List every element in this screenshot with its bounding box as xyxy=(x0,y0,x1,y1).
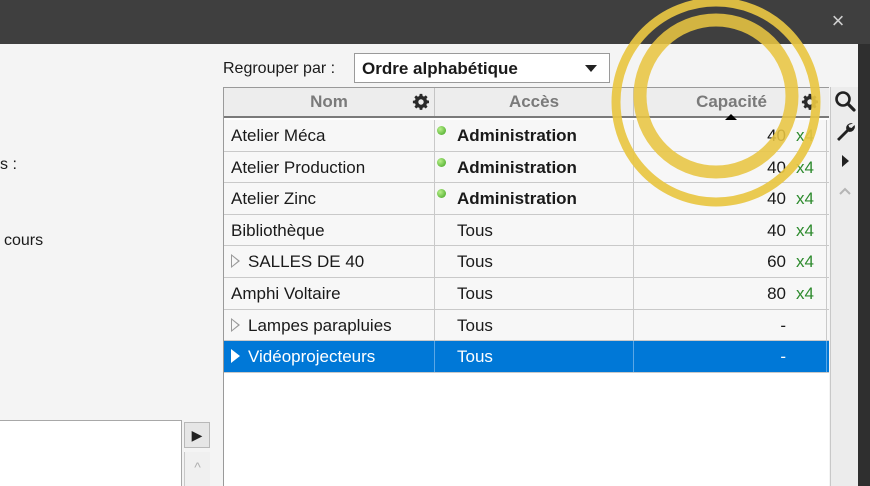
table-row[interactable]: Bibliothèque Tous 40 x4 xyxy=(224,214,829,247)
close-button[interactable]: × xyxy=(826,9,850,33)
column-header-label: Nom xyxy=(310,92,348,111)
row-label: SALLES DE 40 xyxy=(248,252,365,272)
column-header-label: Capacité xyxy=(696,92,767,111)
table-row[interactable]: SALLES DE 40 Tous 60 x4 xyxy=(224,246,829,278)
capacity-value: 40 xyxy=(767,126,786,145)
gear-icon[interactable] xyxy=(801,93,819,111)
table-header: Nom Accès Capacité xyxy=(224,88,829,121)
cell-acces: Tous xyxy=(435,278,634,309)
cell-nom: Atelier Méca xyxy=(224,120,435,151)
cell-nom: Vidéoprojecteurs xyxy=(224,341,435,373)
capacity-multiplier: x4 xyxy=(796,252,814,272)
capacity-value: - xyxy=(780,347,786,367)
scroll-up-button[interactable]: ^ xyxy=(184,452,210,486)
cell-capacite: 40 x4 xyxy=(634,183,827,215)
window-edge xyxy=(858,44,870,486)
cell-capacite: 40 x4 xyxy=(634,120,827,151)
cell-capacite: 60 x4 xyxy=(634,246,827,278)
group-by-value: Ordre alphabétique xyxy=(362,59,518,78)
table-row[interactable]: Amphi Voltaire Tous 80 x4 xyxy=(224,278,829,310)
left-list-box[interactable] xyxy=(0,420,182,486)
row-label: Vidéoprojecteurs xyxy=(248,347,376,367)
table-row[interactable]: Lampes parapluies Tous - xyxy=(224,309,829,342)
chevron-up-icon[interactable] xyxy=(832,179,858,207)
capacity-multiplier: x4 xyxy=(796,220,814,240)
expand-triangle-icon[interactable] xyxy=(231,317,240,332)
search-icon[interactable] xyxy=(832,89,858,117)
capacity-value: 80 xyxy=(767,284,786,303)
left-label-fragment: cours xyxy=(4,232,44,249)
expand-triangle-icon[interactable] xyxy=(231,254,240,269)
gear-icon[interactable] xyxy=(412,93,430,111)
window-title-bar: × xyxy=(0,0,870,44)
table-row[interactable]: Atelier Zinc Administration 40 x4 xyxy=(224,183,829,215)
capacity-value: 60 xyxy=(767,252,786,272)
resources-table: Nom Accès Capacité Atelier Méca Administ… xyxy=(223,87,829,486)
capacity-multiplier: x4 xyxy=(796,126,814,145)
column-header-acces[interactable]: Accès xyxy=(435,88,634,116)
cell-acces: Administration xyxy=(435,151,634,183)
wrench-icon[interactable] xyxy=(832,119,858,147)
chevron-down-icon xyxy=(585,65,597,72)
capacity-value: 40 xyxy=(767,220,786,240)
capacity-value: 40 xyxy=(767,189,786,209)
cell-capacite: 40 x4 xyxy=(634,214,827,246)
play-right-icon[interactable] xyxy=(832,149,858,177)
expand-triangle-icon[interactable] xyxy=(231,349,240,364)
cell-nom: Lampes parapluies xyxy=(224,309,435,341)
side-toolbar xyxy=(830,87,858,486)
cell-acces: Tous xyxy=(435,309,634,341)
column-header-capacite[interactable]: Capacité xyxy=(634,88,829,116)
table-row[interactable]: Atelier Production Administration 40 x4 xyxy=(224,151,829,184)
capacity-multiplier: x4 xyxy=(796,284,814,303)
cell-capacite: - xyxy=(634,309,827,341)
cell-nom: Amphi Voltaire xyxy=(224,278,435,309)
group-by-select[interactable]: Ordre alphabétique xyxy=(354,53,610,83)
cell-acces: Tous xyxy=(435,246,634,278)
capacity-value: - xyxy=(780,315,786,335)
column-header-nom[interactable]: Nom xyxy=(224,88,435,116)
cell-nom: Atelier Zinc xyxy=(224,183,435,215)
cell-nom: Bibliothèque xyxy=(224,214,435,246)
cell-capacite: 40 x4 xyxy=(634,151,827,183)
capacity-multiplier: x4 xyxy=(796,189,814,209)
cell-acces: Tous xyxy=(435,341,634,373)
cell-nom: Atelier Production xyxy=(224,151,435,183)
table-row-selected[interactable]: Vidéoprojecteurs Tous - xyxy=(224,341,829,373)
cell-nom: SALLES DE 40 xyxy=(224,246,435,278)
cell-acces: Administration xyxy=(435,183,634,215)
cell-capacite: - xyxy=(634,341,827,373)
scroll-right-button[interactable]: ▶ xyxy=(184,422,210,448)
cell-capacite: 80 x4 xyxy=(634,278,827,309)
cell-acces: Administration xyxy=(435,120,634,151)
capacity-multiplier: x4 xyxy=(796,157,814,177)
cell-acces: Tous xyxy=(435,214,634,246)
group-by-label: Regrouper par : xyxy=(223,60,336,77)
left-label-fragment: s : xyxy=(0,156,17,173)
row-label: Lampes parapluies xyxy=(248,315,392,335)
table-row[interactable]: Atelier Méca Administration 40 x4 xyxy=(224,120,829,152)
capacity-value: 40 xyxy=(767,157,786,177)
column-header-label: Accès xyxy=(508,92,560,111)
